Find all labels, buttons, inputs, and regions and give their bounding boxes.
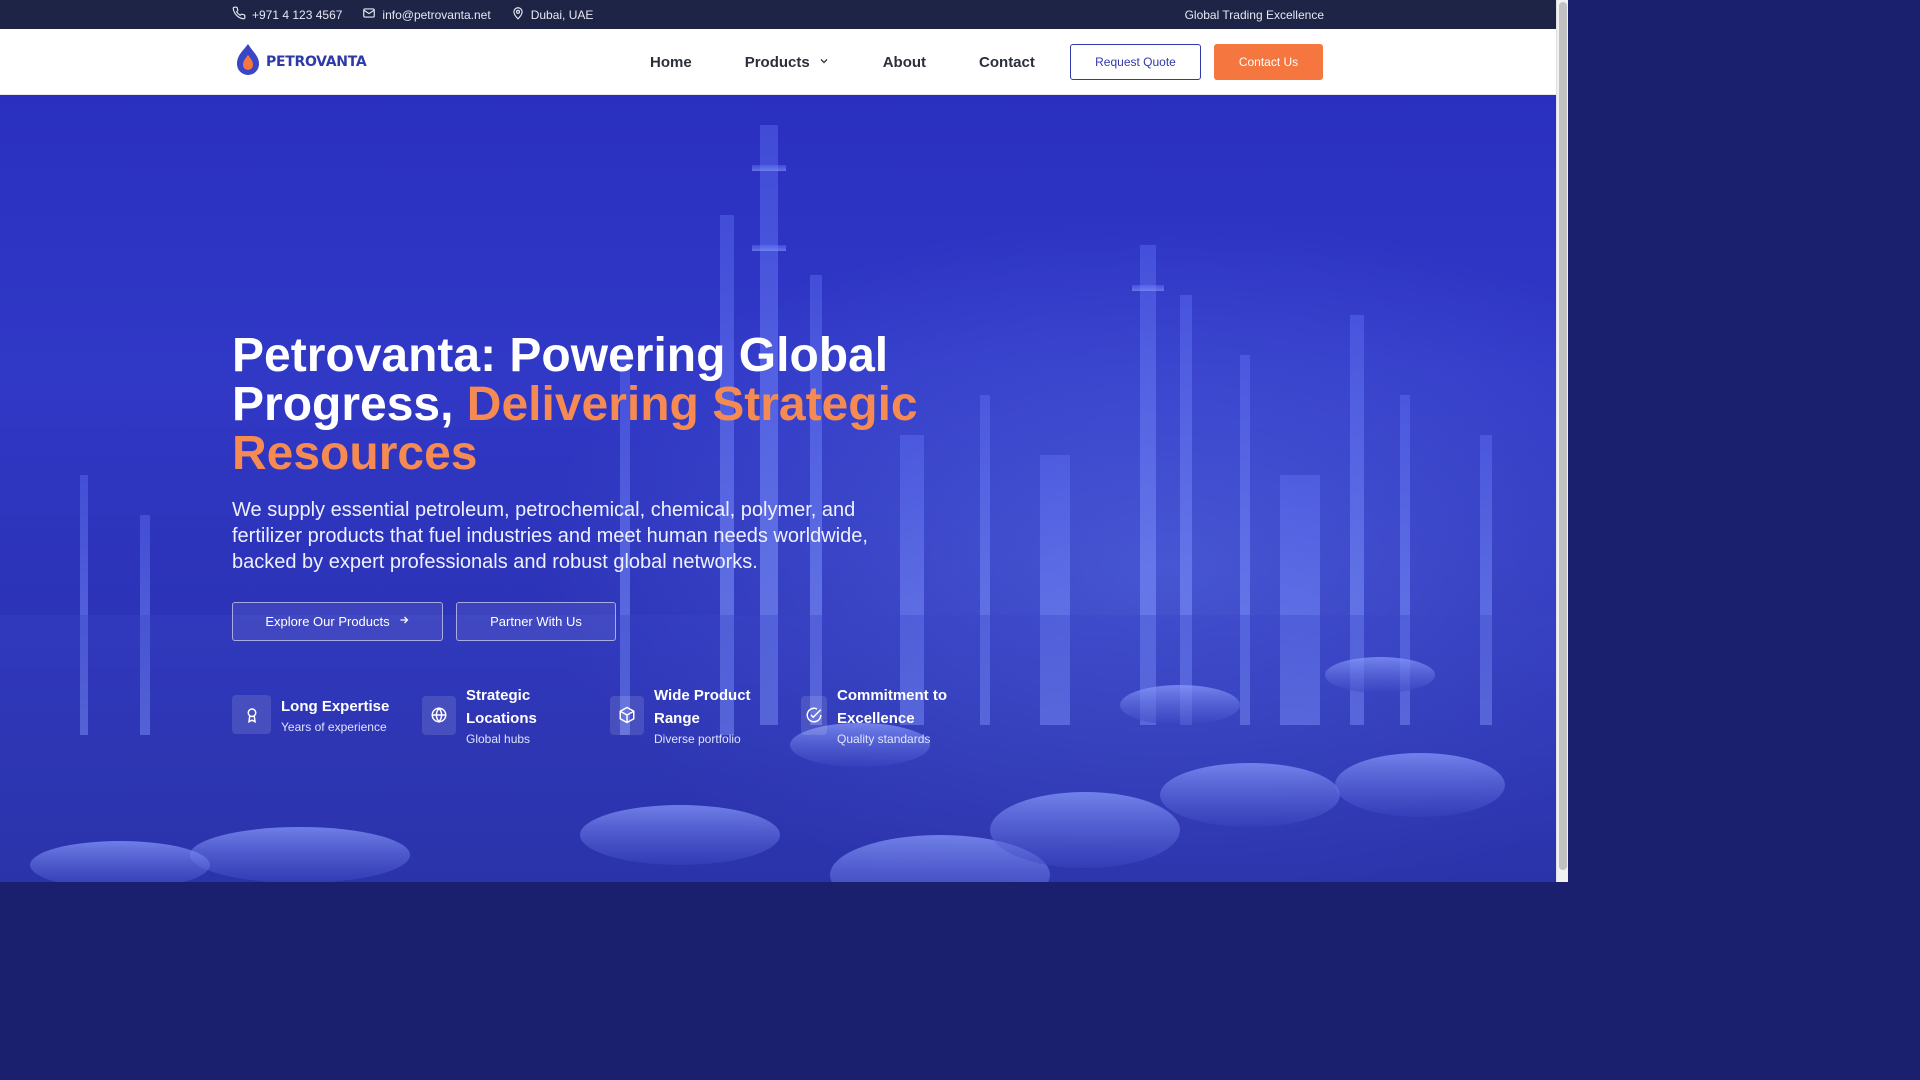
feature-title: Long Expertise <box>281 698 390 715</box>
explore-products-label: Explore Our Products <box>265 614 390 629</box>
map-pin-icon <box>511 6 525 23</box>
nav-products[interactable]: Products <box>745 54 830 71</box>
hero-description: We supply essential petroleum, petrochem… <box>232 499 868 573</box>
nav-home[interactable]: Home <box>650 54 692 71</box>
contact-us-button[interactable]: Contact Us <box>1214 44 1323 80</box>
phone-number: +971 4 123 4567 <box>252 7 343 22</box>
nav-about[interactable]: About <box>883 54 926 71</box>
phone-link[interactable]: +971 4 123 4567 <box>232 6 342 23</box>
feature-commitment-excellence: Commitment to Excellence Quality standar… <box>801 684 971 746</box>
hero-section: Petrovanta: Powering Global Progress, De… <box>0 95 1556 882</box>
nav-contact-label: Contact <box>979 53 1035 71</box>
check-circle-icon <box>801 695 827 735</box>
feature-subtitle: Global hubs <box>466 732 531 746</box>
location-text: Dubai, UAE <box>530 7 594 22</box>
phone-icon <box>232 6 246 23</box>
feature-title: Commitment to Excellence <box>837 687 947 727</box>
hero-headline: Petrovanta: Powering Global Progress, De… <box>232 331 992 478</box>
email-address: info@petrovanta.net <box>382 7 491 22</box>
scrollbar-thumb[interactable] <box>1559 2 1567 870</box>
top-info-bar: +971 4 123 4567 info@petrovanta.net Duba… <box>0 0 1556 29</box>
feature-title: Wide Product Range <box>654 687 751 727</box>
feature-subtitle: Years of experience <box>281 720 387 734</box>
nav-contact[interactable]: Contact <box>979 54 1035 71</box>
page-scrollbar[interactable] <box>1556 0 1568 882</box>
feature-wide-product-range: Wide Product Range Diverse portfolio <box>610 684 770 746</box>
refinery-background-illustration <box>0 125 1556 882</box>
nav-home-label: Home <box>650 53 692 71</box>
tagline: Global Trading Excellence <box>1184 7 1324 22</box>
email-link[interactable]: info@petrovanta.net <box>362 6 491 23</box>
feature-subtitle: Diverse portfolio <box>654 732 741 746</box>
nav-products-label: Products <box>744 53 810 71</box>
feature-long-expertise: Long Expertise Years of experience <box>232 695 389 734</box>
box-icon <box>610 695 644 735</box>
explore-products-button[interactable]: Explore Our Products <box>232 602 443 641</box>
mail-icon <box>362 6 376 23</box>
arrow-right-icon <box>398 614 410 629</box>
chevron-down-icon <box>818 54 830 71</box>
flame-logo-icon <box>234 43 262 82</box>
nav-about-label: About <box>882 53 927 71</box>
feature-title: Strategic Locations <box>466 687 537 727</box>
location-info: Dubai, UAE <box>511 6 594 23</box>
award-icon <box>232 695 271 734</box>
main-navigation: PETROVANTA Home Products About Contact R… <box>0 29 1556 95</box>
site-logo[interactable]: PETROVANTA <box>234 43 367 82</box>
partner-with-us-button[interactable]: Partner With Us <box>456 602 616 641</box>
contact-info: +971 4 123 4567 info@petrovanta.net Duba… <box>232 0 593 29</box>
feature-strategic-locations: Strategic Locations Global hubs <box>422 684 572 746</box>
request-quote-button[interactable]: Request Quote <box>1070 44 1201 80</box>
feature-subtitle: Quality standards <box>837 732 931 746</box>
globe-icon <box>422 695 456 735</box>
logo-wordmark: PETROVANTA <box>266 54 367 70</box>
nav-menu: Home Products About Contact <box>650 29 1035 95</box>
